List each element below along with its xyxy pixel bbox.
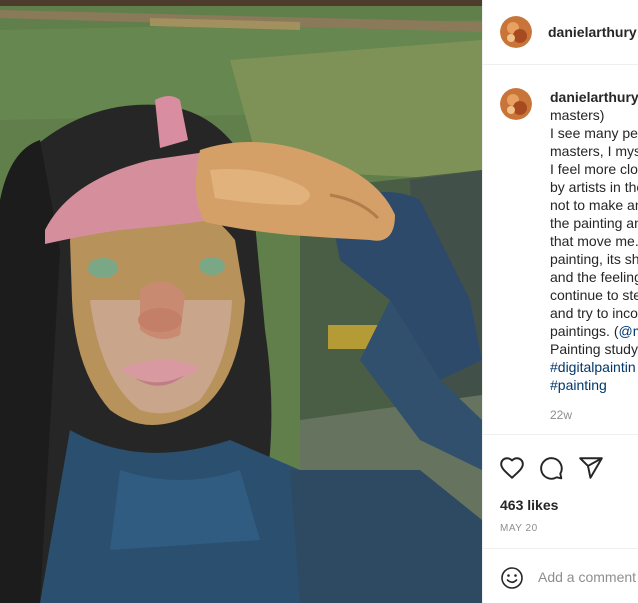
caption-line: and try to inco: [550, 305, 638, 321]
caption-line: and the feeling: [550, 269, 638, 285]
comment-icon: [540, 457, 563, 480]
caption-line: painting, its sh: [550, 251, 638, 267]
caption-line: paintings. (@m: [550, 322, 638, 340]
painting-image: [0, 0, 482, 603]
caption-line: I feel more clos: [550, 161, 638, 177]
comment-input[interactable]: [538, 565, 638, 589]
likes-count[interactable]: 463 likes: [500, 497, 558, 513]
caption-line-text: paintings. (: [550, 323, 619, 339]
comment-button[interactable]: [538, 455, 564, 481]
caption-line: the painting an: [550, 215, 638, 231]
paper-plane-icon: [579, 457, 603, 479]
caption-line: continue to ste: [550, 287, 638, 303]
like-button[interactable]: [499, 455, 525, 481]
caption-line: that move me.: [550, 233, 638, 249]
emoji-button[interactable]: [500, 566, 524, 590]
header-username[interactable]: danielarthury: [548, 24, 637, 40]
mention-link[interactable]: @m: [618, 323, 638, 339]
post-panel: danielarthury danielarthury masters) I s…: [482, 0, 638, 603]
caption-line: masters): [550, 107, 605, 123]
post-image[interactable]: [0, 0, 482, 603]
caption-author[interactable]: danielarthury: [550, 89, 638, 105]
caption-line: masters, I myse: [550, 143, 638, 159]
caption-line: not to make an: [550, 197, 638, 213]
emoji-smile-icon: [501, 567, 523, 589]
heart-icon: [500, 457, 524, 479]
caption-line: I see many peo: [550, 125, 638, 141]
caption-text: masters) I see many peo masters, I myse …: [550, 106, 638, 394]
post-age[interactable]: 22w: [550, 408, 572, 422]
hashtag-link[interactable]: #digitalpaintin: [550, 358, 638, 376]
caption-line: Painting study): [550, 341, 638, 357]
post-header: danielarthury: [483, 0, 638, 65]
comment-bar: [483, 548, 638, 603]
caption-avatar[interactable]: [500, 88, 532, 120]
post-date: MAY 20: [500, 523, 538, 534]
caption-line: by artists in the: [550, 179, 638, 195]
avatar[interactable]: [500, 16, 532, 48]
hashtag-link[interactable]: #painting: [550, 376, 638, 394]
share-button[interactable]: [578, 455, 604, 481]
caption-section: danielarthury masters) I see many peo ma…: [483, 64, 638, 434]
